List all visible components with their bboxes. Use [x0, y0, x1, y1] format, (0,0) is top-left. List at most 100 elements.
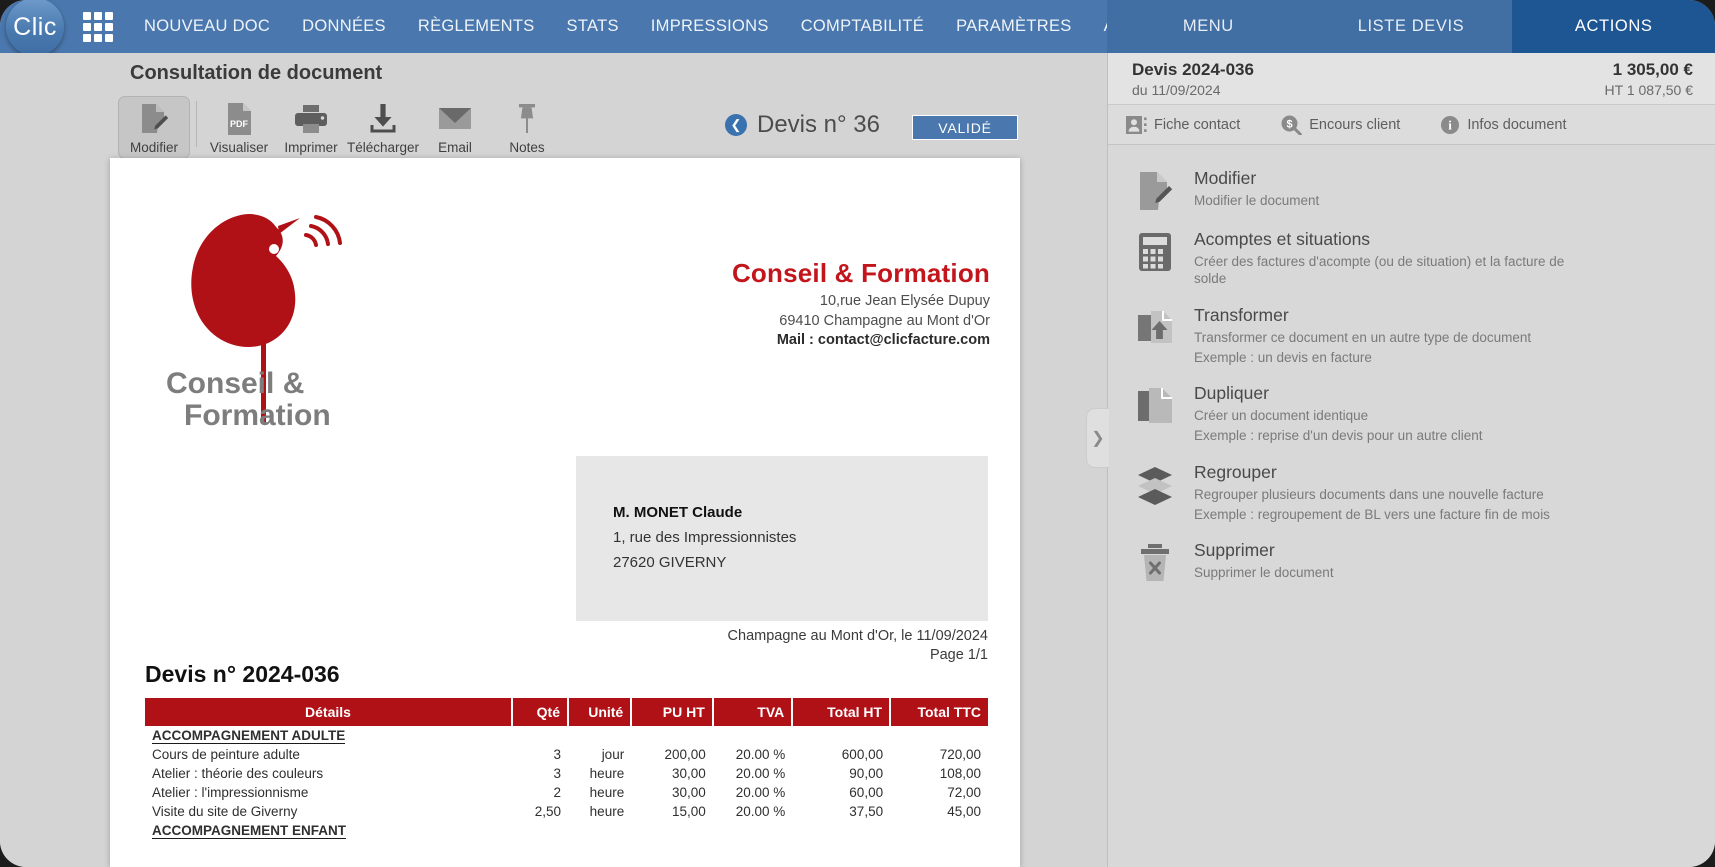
- subtab-encours-client[interactable]: $ Encours client: [1280, 115, 1400, 135]
- cell-details: Atelier : théorie des couleurs: [152, 766, 324, 781]
- table-group-label: ACCOMPAGNEMENT ENFANT: [152, 823, 346, 839]
- panel-amount-ht: HT 1 087,50 €: [1604, 81, 1693, 98]
- action-item-supprimer[interactable]: Supprimer Supprimer le document: [1108, 533, 1715, 594]
- toolbar-button-imprimer[interactable]: Imprimer: [275, 96, 347, 159]
- cell-pu-ht: 200,00: [664, 747, 706, 762]
- nav-item-donnees[interactable]: DONNÉES: [286, 0, 402, 53]
- cell-tva: 20.00 %: [735, 785, 786, 800]
- envelope-icon: [438, 101, 472, 137]
- money-magnifier-icon: $: [1280, 115, 1303, 135]
- logo-text-line2: Formation: [184, 399, 331, 432]
- toolbar-label-email: Email: [438, 140, 472, 155]
- download-icon: [368, 101, 398, 137]
- action-text: Modifier Modifier le document: [1194, 168, 1319, 212]
- action-text: Regrouper Regrouper plusieurs documents d…: [1194, 462, 1550, 524]
- table-row: Atelier : l'impressionnisme 2 heure 30,00 20…: [145, 783, 988, 802]
- app-logo[interactable]: Clic: [6, 0, 64, 56]
- subtab-label-fiche-contact: Fiche contact: [1154, 116, 1241, 133]
- action-item-acomptes-et-situations[interactable]: Acomptes et situations Créer des factures…: [1108, 222, 1715, 298]
- cell-qte: 3: [553, 747, 562, 762]
- nav-item-impressions[interactable]: IMPRESSIONS: [635, 0, 785, 53]
- cell-total-ttc: 720,00: [939, 747, 981, 762]
- document-pencil-icon: [138, 101, 170, 137]
- right-panel-tab-bar: MENU LISTE DEVIS ACTIONS: [1107, 0, 1715, 53]
- cell-total-ht: 90,00: [849, 766, 884, 781]
- document-navigation: ❮ Devis n° 36: [725, 111, 880, 139]
- document-toolbar: Modifier PDF Visualiser Imprimer Télécha…: [118, 96, 563, 159]
- cell-unite: heure: [589, 766, 625, 781]
- action-text: Supprimer Supprimer le document: [1194, 540, 1334, 584]
- client-name: M. MONET Claude: [613, 504, 743, 521]
- panel-tab-menu[interactable]: MENU: [1107, 0, 1310, 53]
- nav-item-reglements[interactable]: RÈGLEMENTS: [402, 0, 551, 53]
- col-tva: TVA: [712, 698, 794, 726]
- client-address-2: 27620 GIVERNY: [613, 554, 727, 571]
- action-description: Modifier le document: [1194, 193, 1320, 208]
- panel-subtab-bar: Fiche contact $ Encours client i Infos d…: [1108, 105, 1715, 145]
- toolbar-label-notes: Notes: [509, 140, 545, 155]
- company-name: Conseil & Formation: [731, 258, 990, 288]
- toolbar-button-notes[interactable]: Notes: [491, 96, 563, 159]
- panel-tab-actions[interactable]: ACTIONS: [1512, 0, 1715, 53]
- apps-grid-icon[interactable]: [83, 12, 113, 42]
- app-logo-label: Clic: [13, 12, 57, 41]
- cell-unite: heure: [589, 785, 625, 800]
- cell-total-ht: 600,00: [841, 747, 884, 762]
- table-group-row: ACCOMPAGNEMENT ENFANT: [145, 821, 988, 840]
- toolbar-button-visualiser[interactable]: PDF Visualiser: [203, 96, 275, 159]
- toolbar-button-email[interactable]: Email: [419, 96, 491, 159]
- toolbar-label-visualiser: Visualiser: [209, 140, 269, 155]
- cell-unite: heure: [589, 804, 625, 819]
- toolbar-button-telecharger[interactable]: Télécharger: [347, 96, 419, 159]
- toolbar-button-modifier[interactable]: Modifier: [118, 96, 190, 159]
- chevron-right-icon[interactable]: ❯: [1086, 408, 1109, 468]
- panel-amount-ttc: 1 305,00 €: [1612, 59, 1693, 79]
- action-text: Dupliquer Créer un document identique Exem…: [1194, 383, 1482, 445]
- actions-panel: ❯ Devis 2024-036 du 11/09/2024 1 305,00 …: [1086, 53, 1715, 867]
- panel-tab-liste-devis[interactable]: LISTE DEVIS: [1309, 0, 1513, 53]
- subtab-infos-document[interactable]: i Infos document: [1440, 115, 1566, 135]
- actions-list: Modifier Modifier le document Acomptes et …: [1108, 145, 1715, 594]
- panel-doc-title: Devis 2024-036: [1132, 59, 1254, 79]
- cell-qte: 2,50: [534, 804, 562, 819]
- action-item-transformer[interactable]: Transformer Transformer ce document en un…: [1108, 298, 1715, 377]
- document-preview-sheet: Conseil & Formation Conseil & Formation …: [110, 158, 1020, 867]
- chevron-left-icon[interactable]: ❮: [725, 114, 747, 136]
- toolbar-label-imprimer: Imprimer: [284, 140, 338, 155]
- action-item-modifier[interactable]: Modifier Modifier le document: [1108, 161, 1715, 222]
- subtab-fiche-contact[interactable]: Fiche contact: [1126, 115, 1241, 134]
- company-address-2: 69410 Champagne au Mont d'Or: [779, 313, 990, 329]
- line-items-table: Détails Qté Unité PU HT TVA Total HT Tot…: [145, 698, 988, 840]
- col-unite: Unité: [568, 698, 633, 726]
- bird-logo: Conseil & Formation: [148, 193, 388, 438]
- cell-details: Visite du site de Giverny: [152, 804, 298, 819]
- action-description: Exemple : reprise d'un devis pour un aut…: [1194, 428, 1483, 444]
- action-description: Transformer ce document en un autre type…: [1194, 329, 1532, 345]
- action-text: Acomptes et situations Créer des factures…: [1194, 229, 1584, 288]
- action-title: Regrouper: [1194, 461, 1277, 482]
- nav-item-parametres[interactable]: PARAMÈTRES: [940, 0, 1087, 53]
- cell-pu-ht: 15,00: [671, 804, 706, 819]
- page-number-label: Page 1/1: [929, 647, 988, 663]
- cell-details: Atelier : l'impressionnisme: [152, 785, 309, 800]
- main-content-area: Consultation de document Modifier PDF Vi…: [0, 53, 1107, 867]
- svg-text:PDF: PDF: [230, 119, 249, 129]
- company-block: Conseil & Formation 10,rue Jean Elysée D…: [732, 258, 990, 348]
- cell-total-ttc: 108,00: [939, 766, 981, 781]
- cell-tva: 20.00 %: [735, 804, 786, 819]
- cell-qte: 3: [553, 766, 562, 781]
- info-circle-icon: i: [1440, 115, 1460, 135]
- action-description: Supprimer le document: [1194, 565, 1334, 581]
- action-item-dupliquer[interactable]: Dupliquer Créer un document identique Exem…: [1108, 376, 1715, 455]
- transform-arrow-icon: [1132, 305, 1178, 367]
- table-row: Cours de peinture adulte 3 jour 200,00 20.00…: [145, 745, 988, 764]
- nav-item-stats[interactable]: STATS: [551, 0, 635, 53]
- col-pu-ht: PU HT: [631, 698, 714, 726]
- nav-item-comptabilite[interactable]: COMPTABILITÉ: [785, 0, 940, 53]
- company-mail: Mail : contact@clicfacture.com: [776, 332, 990, 348]
- status-badge[interactable]: VALIDÉ: [912, 115, 1018, 140]
- subtab-label-encours-client: Encours client: [1309, 116, 1401, 133]
- subtab-label-infos-document: Infos document: [1467, 116, 1567, 133]
- action-item-regrouper[interactable]: Regrouper Regrouper plusieurs documents d…: [1108, 455, 1715, 534]
- nav-item-nouveau-doc[interactable]: NOUVEAU DOC: [128, 0, 286, 53]
